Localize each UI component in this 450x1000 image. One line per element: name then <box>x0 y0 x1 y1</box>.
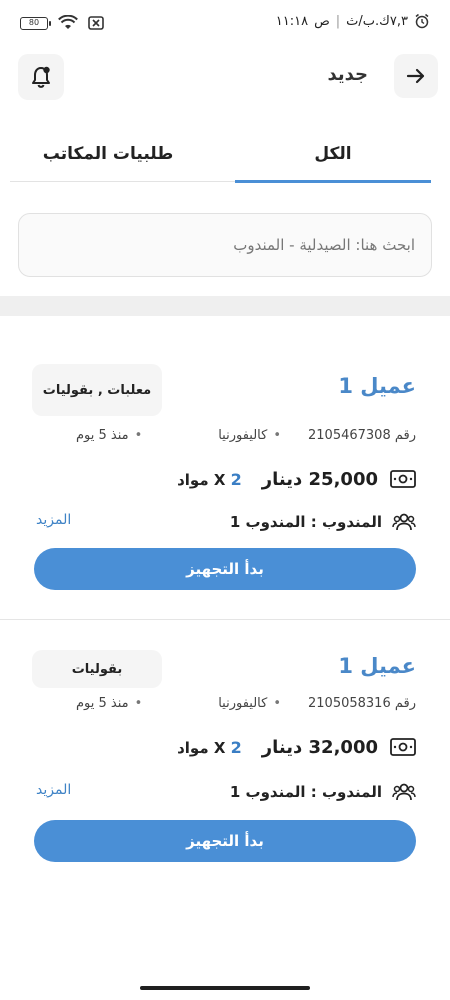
no-sim-icon <box>88 16 104 30</box>
search-input[interactable] <box>19 214 431 276</box>
home-indicator[interactable] <box>140 986 310 990</box>
notifications-button[interactable] <box>18 54 64 100</box>
order-city: •كاليفورنيا <box>218 696 281 711</box>
category-badge: بقوليات <box>32 650 162 688</box>
money-icon <box>390 738 416 756</box>
users-icon <box>392 783 416 801</box>
more-link[interactable]: المزيد <box>36 512 71 528</box>
bullet-icon: • <box>134 428 143 443</box>
arrow-right-icon <box>406 68 425 84</box>
order-card[interactable]: عميل 1 بقوليات رقم 2105058316 •كاليفورني… <box>0 640 450 880</box>
client-name: عميل 1 <box>338 374 416 398</box>
start-preparing-button[interactable]: بدأ التجهيز <box>34 548 416 590</box>
status-info: ١١:١٨ ص | ٧,٣ك.ب/ث <box>276 13 430 29</box>
tab-all[interactable]: الكل <box>235 132 431 183</box>
item-quantity: 2 X مواد <box>177 469 242 489</box>
back-button[interactable] <box>394 54 438 98</box>
order-number: رقم 2105058316 <box>308 696 416 711</box>
app-header: جديد <box>0 52 450 100</box>
order-meta: رقم 2105058316 •كاليفورنيا •منذ 5 يوم <box>36 696 416 718</box>
order-number: رقم 2105467308 <box>308 428 416 443</box>
order-meta: رقم 2105467308 •كاليفورنيا •منذ 5 يوم <box>36 428 416 450</box>
more-link[interactable]: المزيد <box>36 782 71 798</box>
agent-row: المندوب : المندوب 1 <box>230 780 416 804</box>
status-separator: | <box>335 13 341 29</box>
price-row: 25,000 دينار 2 X مواد <box>177 466 416 492</box>
bullet-icon: • <box>273 428 281 443</box>
users-icon <box>392 513 416 531</box>
alarm-icon <box>415 13 429 29</box>
bullet-icon: • <box>134 696 143 711</box>
tab-bar: الكل طلبيات المكاتب <box>10 132 431 183</box>
order-age: •منذ 5 يوم <box>76 696 143 711</box>
wifi-icon <box>58 15 78 29</box>
bell-icon <box>32 66 50 88</box>
order-age: •منذ 5 يوم <box>76 428 143 443</box>
agent-name: المندوب : المندوب 1 <box>229 513 382 531</box>
status-icons: 80 <box>20 15 104 31</box>
order-price: 32,000 دينار <box>261 736 378 758</box>
clock-time: ١١:١٨ <box>275 13 309 29</box>
am-pm: ص <box>314 13 330 29</box>
start-preparing-button[interactable]: بدأ التجهيز <box>34 820 416 862</box>
status-bar: 80 ١١:١٨ ص | ٧,٣ك.ب/ث <box>0 0 450 48</box>
order-city: •كاليفورنيا <box>218 428 281 443</box>
order-card[interactable]: عميل 1 معلبات , بقوليات رقم 2105467308 •… <box>0 350 450 620</box>
money-icon <box>390 470 416 488</box>
search-box <box>18 213 432 277</box>
category-badge: معلبات , بقوليات <box>32 364 162 416</box>
client-name: عميل 1 <box>338 654 416 678</box>
network-speed: ٧,٣ك.ب/ث <box>346 13 408 29</box>
tab-office-orders[interactable]: طلبيات المكاتب <box>10 132 206 182</box>
price-row: 32,000 دينار 2 X مواد <box>177 734 416 760</box>
page-title: جديد <box>327 64 368 85</box>
agent-name: المندوب : المندوب 1 <box>229 783 382 801</box>
section-divider <box>0 296 450 316</box>
battery-icon: 80 <box>20 16 51 30</box>
order-price: 25,000 دينار <box>261 468 378 490</box>
item-quantity: 2 X مواد <box>177 737 242 757</box>
agent-row: المندوب : المندوب 1 <box>230 510 416 534</box>
bullet-icon: • <box>273 696 281 711</box>
